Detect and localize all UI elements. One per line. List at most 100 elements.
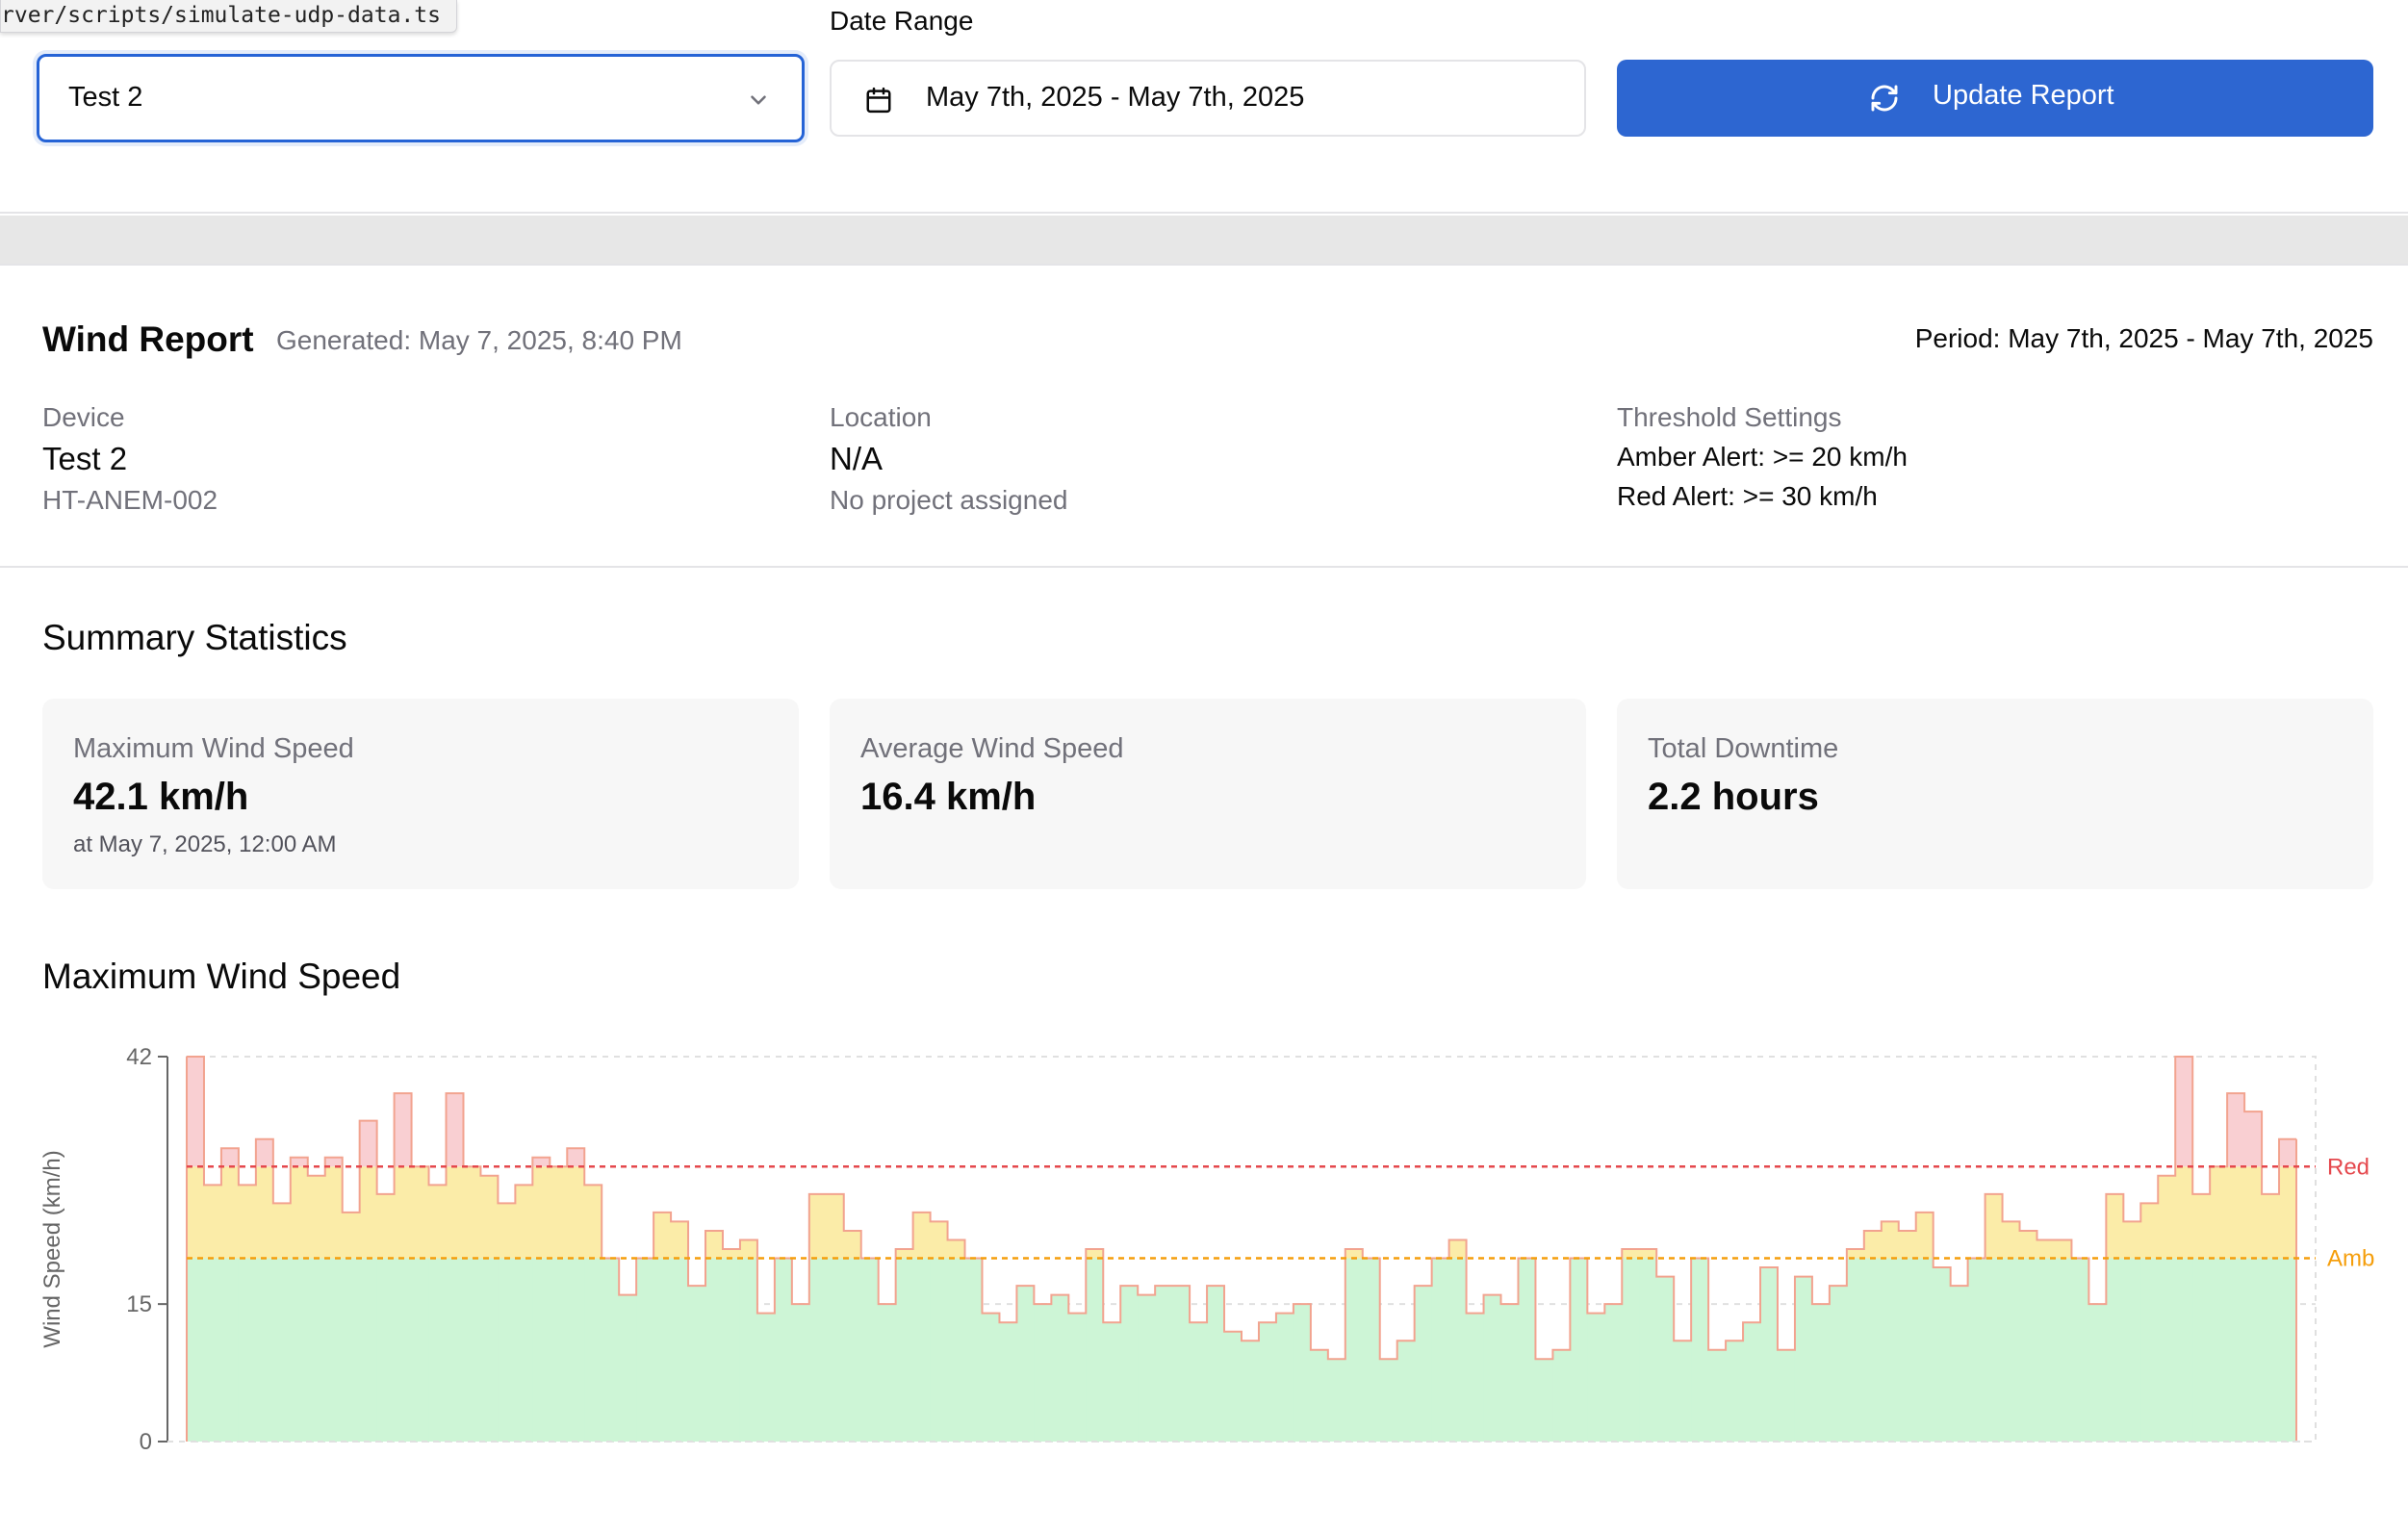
wind-bar-green <box>1726 1340 1744 1442</box>
wind-bar-amber <box>1639 1249 1657 1259</box>
wind-bar-amber <box>2279 1166 2297 1259</box>
wind-bar-green <box>324 1258 344 1442</box>
wind-bar-green <box>1777 1349 1796 1442</box>
wind-bar-amber <box>2192 1193 2211 1259</box>
stat-subtext: at May 7, 2025, 12:00 AM <box>73 831 337 857</box>
wind-bar-green <box>705 1258 724 1442</box>
wind-bar-green <box>1881 1258 1900 1442</box>
wind-bar-amber <box>1846 1249 1865 1259</box>
wind-bar-green <box>895 1258 914 1442</box>
wind-bar-green <box>2088 1304 2107 1442</box>
wind-bar-amber <box>2054 1239 2073 1259</box>
wind-bar-green <box>688 1286 706 1442</box>
wind-bar-green <box>653 1258 672 1442</box>
wind-bar-green <box>1275 1313 1294 1442</box>
wind-bar-amber <box>808 1193 828 1259</box>
wind-bar-amber <box>1898 1230 1917 1259</box>
update-report-button[interactable]: Update Report <box>1617 60 2373 137</box>
wind-bar-green <box>1016 1286 1035 1442</box>
wind-bar-green <box>878 1304 897 1442</box>
wind-bar-green <box>1639 1258 1657 1442</box>
wind-bar-amber <box>2227 1166 2245 1259</box>
wind-bar-amber <box>187 1166 205 1259</box>
wind-bar-green <box>1622 1258 1640 1442</box>
wind-bar-amber <box>843 1230 862 1259</box>
chevron-down-icon <box>751 95 766 105</box>
date-range-picker[interactable]: May 7th, 2025 - May 7th, 2025 <box>830 60 1586 137</box>
wind-bar-green <box>930 1258 949 1442</box>
wind-bar-green <box>584 1258 602 1442</box>
wind-bar-green <box>1414 1286 1433 1442</box>
threshold-label-amb: Amb <box>2327 1246 2374 1272</box>
wind-bar-green <box>1570 1258 1588 1442</box>
wind-bar-green <box>1483 1294 1502 1442</box>
wind-bar-amber <box>550 1166 568 1259</box>
chart-title: Maximum Wind Speed <box>42 957 401 996</box>
device-info: Device Test 2 HT-ANEM-002 <box>42 398 218 520</box>
wind-bar-green <box>1258 1322 1277 1442</box>
wind-bar-green <box>912 1258 932 1442</box>
wind-bar-amber <box>1881 1221 1900 1259</box>
wind-bar-green <box>2037 1258 2056 1442</box>
wind-bar-green <box>1915 1258 1934 1442</box>
wind-bar-amber <box>2037 1239 2056 1259</box>
wind-bar-green <box>756 1313 776 1442</box>
wind-bar-green <box>1207 1286 1225 1442</box>
wind-bar-green <box>860 1258 880 1442</box>
wind-bar-green <box>1898 1258 1917 1442</box>
wind-bar-red <box>2175 1057 2193 1167</box>
wind-bar-green <box>1103 1322 1121 1442</box>
wind-bar-green <box>238 1258 257 1442</box>
wind-bar-amber <box>2002 1221 2021 1259</box>
wind-bar-amber <box>567 1166 585 1259</box>
filter-card: rver/scripts/simulate-udp-data.ts Date R… <box>0 0 2408 214</box>
wind-bar-green <box>1242 1340 1260 1442</box>
wind-bar-green <box>791 1304 810 1442</box>
wind-bar-amber <box>2123 1221 2141 1259</box>
wind-bar-amber <box>238 1185 257 1259</box>
wind-bar-green <box>1967 1258 1986 1442</box>
wind-bar-red <box>2227 1093 2245 1167</box>
wind-bar-green <box>808 1258 828 1442</box>
wind-bar-amber <box>342 1212 361 1259</box>
wind-bar-amber <box>1915 1212 1934 1259</box>
wind-bar-green <box>619 1294 637 1442</box>
wind-bar-green <box>272 1258 292 1442</box>
wind-bar-green <box>532 1258 551 1442</box>
wind-bar-green <box>1120 1286 1139 1442</box>
wind-bar-amber <box>2244 1166 2263 1259</box>
wind-bar-green <box>2279 1258 2297 1442</box>
wind-bar-amber <box>2210 1166 2228 1259</box>
wind-bar-amber <box>2106 1193 2124 1259</box>
wind-bar-green <box>1051 1294 1069 1442</box>
wind-bar-amber <box>1863 1230 1883 1259</box>
wind-bar-green <box>1155 1286 1173 1442</box>
wind-bar-green <box>515 1258 533 1442</box>
wind-bar-green <box>342 1258 361 1442</box>
wind-bar-green <box>2244 1258 2263 1442</box>
wind-bar-green <box>999 1322 1018 1442</box>
wind-bar-green <box>1863 1258 1883 1442</box>
report-period: Period: May 7th, 2025 - May 7th, 2025 <box>1914 323 2373 353</box>
wind-bar-green <box>1691 1258 1709 1442</box>
wind-bar-green <box>203 1258 222 1442</box>
wind-bar-green <box>1138 1294 1156 1442</box>
location-info: Location N/A No project assigned <box>830 398 1067 520</box>
wind-bar-amber <box>515 1185 533 1259</box>
wind-bar-green <box>1172 1286 1191 1442</box>
wind-bar-amber <box>671 1221 689 1259</box>
stat-card-avg-wind: Average Wind Speed 16.4 km/h <box>830 699 1586 889</box>
wind-bar-amber <box>895 1249 914 1259</box>
device-select[interactable]: Test 2 <box>37 54 805 142</box>
stat-label: Total Downtime <box>1648 733 1839 764</box>
red-alert-setting: Red Alert: >= 30 km/h <box>1617 481 1878 511</box>
wind-bar-amber <box>272 1203 292 1259</box>
wind-bar-green <box>1500 1304 1520 1442</box>
wind-bar-green <box>1362 1258 1381 1442</box>
wind-bar-green <box>1345 1258 1364 1442</box>
file-path-tooltip: rver/scripts/simulate-udp-data.ts <box>0 0 457 33</box>
wind-bar-green <box>1829 1286 1848 1442</box>
wind-bar-green <box>290 1258 309 1442</box>
wind-bar-green <box>1950 1286 1969 1442</box>
wind-bar-amber <box>376 1193 396 1259</box>
